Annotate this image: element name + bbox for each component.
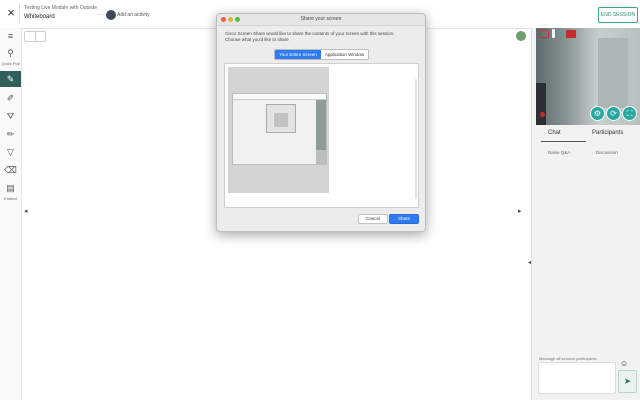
camera-icon[interactable] xyxy=(539,30,549,38)
eraser-icon[interactable]: ⌫ xyxy=(0,162,21,178)
chevron-right-icon[interactable]: ▸ xyxy=(518,207,522,215)
emoji-icon[interactable]: ☺ xyxy=(620,359,628,368)
screen-list xyxy=(224,63,419,208)
collapse-panel-icon[interactable]: ◂ xyxy=(528,259,533,266)
fill-icon[interactable]: ⛛ xyxy=(0,108,21,124)
share-screen-icon[interactable]: ⟳ xyxy=(606,106,621,121)
close-icon[interactable]: × xyxy=(4,6,18,20)
send-button[interactable]: ➤ xyxy=(618,370,637,393)
divider xyxy=(19,4,20,24)
dialog-titlebar: Share your screen xyxy=(217,14,425,26)
tool-rail: ≡ ⚲ Quick Poll ✎ ✐ ⛛ ✏ ▽ ⌫ ▤ Embed xyxy=(0,28,22,400)
canvas-view-toggle[interactable] xyxy=(24,31,46,42)
thumbnail-screen xyxy=(232,93,327,165)
brush-icon[interactable]: ✐ xyxy=(0,90,21,106)
end-session-button[interactable]: END SESSION xyxy=(598,7,638,23)
pen-icon[interactable]: ✎ xyxy=(0,71,21,87)
module-subtitle[interactable]: Whiteboard xyxy=(24,14,55,20)
chevron-left-icon[interactable]: ◂ xyxy=(24,207,28,215)
sub-tab-raise-qa[interactable]: Raise Q&A xyxy=(548,150,570,155)
more-icon[interactable]: ··· xyxy=(98,12,104,18)
active-tab-indicator xyxy=(541,141,586,142)
embed-icon[interactable]: ▤ xyxy=(0,180,21,196)
screen-thumbnail[interactable] xyxy=(228,67,329,193)
dialog-message: Cisco Screen Share would like to share t… xyxy=(225,31,395,36)
dialog-prompt: Choose what you'd like to share xyxy=(225,37,289,42)
dialog-title: Share your screen xyxy=(300,16,342,22)
cancel-button[interactable]: Cancel xyxy=(358,214,388,224)
add-activity-link[interactable]: Add an activity xyxy=(117,12,150,18)
shape-icon[interactable]: ▽ xyxy=(0,144,21,160)
chat-hint: Message all session participants xyxy=(539,356,597,361)
share-button[interactable]: Share xyxy=(389,214,419,224)
sub-tab-discussion[interactable]: Discussion xyxy=(596,150,618,155)
module-title: Testing Live Module with Outside xyxy=(24,5,98,11)
microphone-icon[interactable] xyxy=(552,29,555,38)
live-indicator xyxy=(540,112,545,117)
quick-poll-label: Quick Poll xyxy=(1,61,20,66)
record-icon[interactable] xyxy=(566,30,576,38)
tab-application-window[interactable]: Application Window xyxy=(321,50,368,59)
chat-input[interactable] xyxy=(538,362,616,394)
share-type-segmented: Your Entire Screen Application Window xyxy=(274,49,369,60)
embed-label: Embed xyxy=(4,196,17,201)
tab-participants[interactable]: Participants xyxy=(592,130,623,136)
tab-entire-screen[interactable]: Your Entire Screen xyxy=(275,50,321,59)
share-screen-dialog: Share your screen Cisco Screen Share wou… xyxy=(216,13,426,232)
fullscreen-icon[interactable]: ⛶ xyxy=(622,106,637,121)
add-activity-icon[interactable] xyxy=(106,10,116,20)
tab-chat[interactable]: Chat xyxy=(548,130,561,136)
quick-poll-icon[interactable]: ⚲ xyxy=(0,45,21,61)
scrollbar[interactable] xyxy=(415,79,417,199)
menu-icon[interactable]: ≡ xyxy=(0,28,21,44)
highlighter-icon[interactable]: ✏ xyxy=(0,126,21,142)
avatar xyxy=(516,31,526,41)
gear-icon[interactable]: ⚙ xyxy=(590,106,605,121)
